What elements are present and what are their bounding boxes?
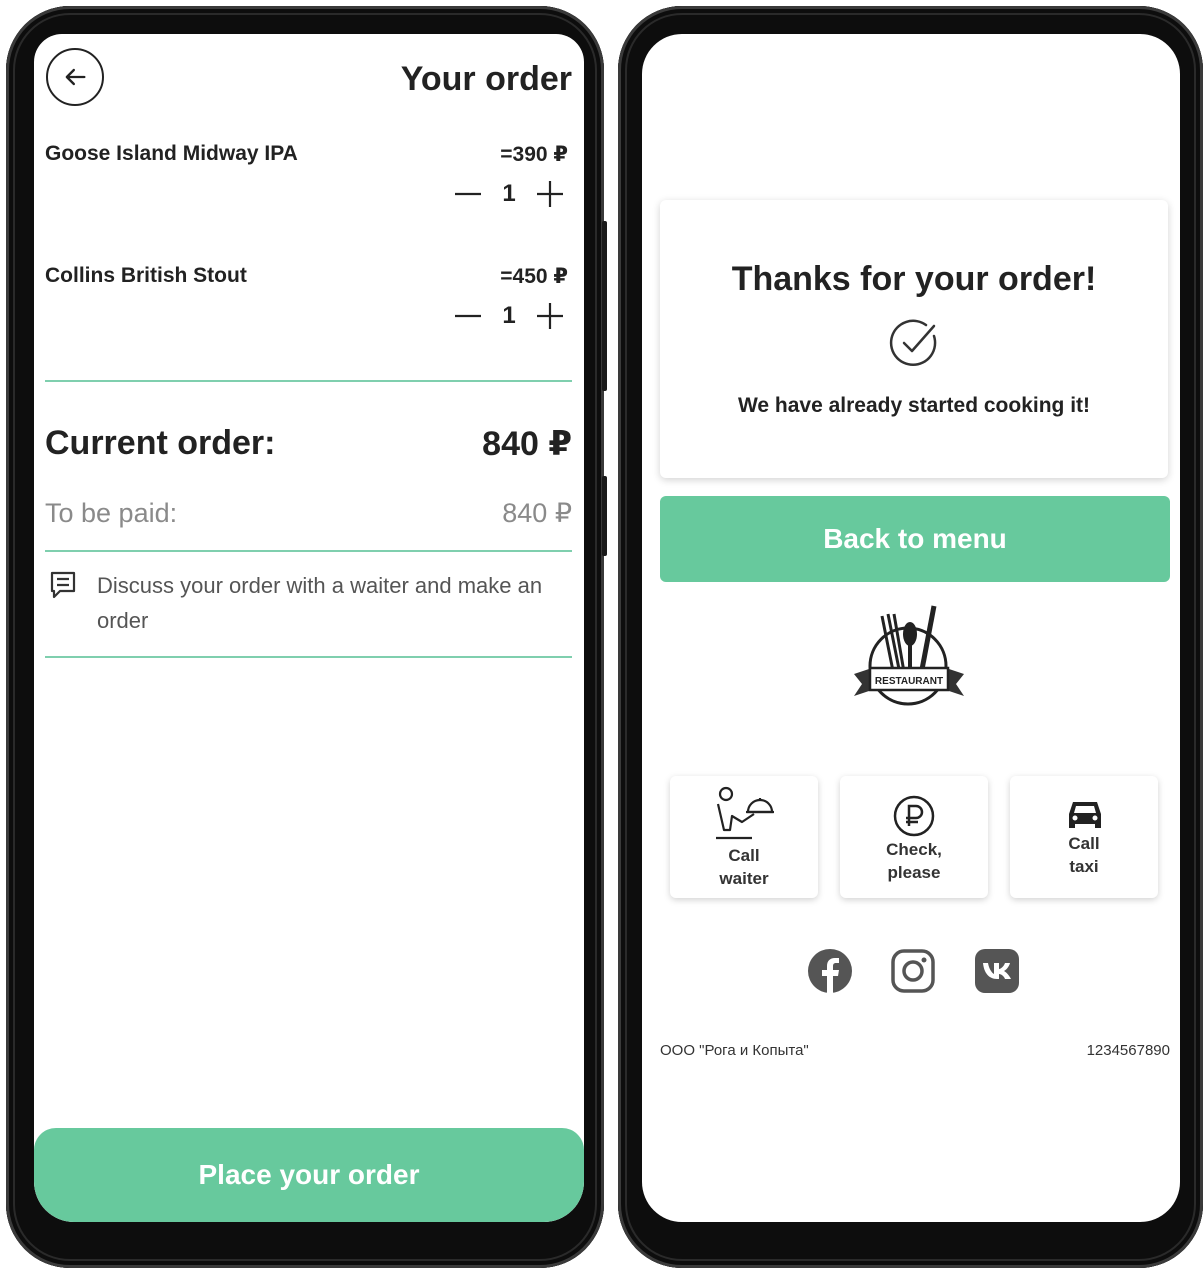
check-please-button[interactable]: Check, please <box>840 776 988 898</box>
service-label: Check, please <box>886 840 942 882</box>
restaurant-logo: RESTAURANT <box>854 605 964 706</box>
instagram-icon[interactable] <box>890 948 936 994</box>
current-order-label: Current order: <box>45 424 276 462</box>
phone-order: Your order Goose Island Midway IPA =390 … <box>6 6 607 1268</box>
thanks-title: Thanks for your order! <box>731 260 1097 298</box>
logo-text: RESTAURANT <box>875 676 943 687</box>
comment-icon <box>50 571 76 599</box>
call-waiter-button[interactable]: Call waiter <box>670 776 818 898</box>
footer-phone: 1234567890 <box>1086 1042 1170 1059</box>
order-item: Goose Island Midway IPA =390 ₽ 1 <box>45 142 568 222</box>
check-circle-icon <box>889 319 937 367</box>
quantity-value: 1 <box>502 302 516 329</box>
plus-icon <box>537 303 563 329</box>
phone-side-button <box>602 476 607 556</box>
order-item: Collins British Stout =450 ₽ 1 <box>45 264 568 344</box>
facebook-icon[interactable] <box>807 948 853 994</box>
place-order-button[interactable]: Place your order <box>34 1128 584 1222</box>
page-title: Your order <box>400 60 572 98</box>
service-label: Call waiter <box>719 846 769 888</box>
plus-icon <box>537 181 563 207</box>
call-taxi-button[interactable]: Call taxi <box>1010 776 1158 898</box>
thanks-subtitle: We have already started cooking it! <box>737 394 1091 417</box>
thanks-card: Thanks for your order! We have already s… <box>660 200 1168 478</box>
decrease-button[interactable] <box>450 176 486 212</box>
to-be-paid-label: To be paid: <box>45 498 178 528</box>
phone-confirmation: Thanks for your order! We have already s… <box>618 6 1203 1268</box>
quantity-stepper: 1 <box>450 296 568 336</box>
item-price: =390 ₽ <box>500 143 568 166</box>
back-to-menu-button[interactable]: Back to menu <box>660 496 1170 582</box>
waiter-icon <box>716 786 774 840</box>
minus-icon <box>455 314 481 318</box>
current-order-value: 840 ₽ <box>482 425 572 463</box>
item-name: Goose Island Midway IPA <box>45 142 298 165</box>
to-be-paid-value: 840 ₽ <box>502 498 572 528</box>
divider <box>45 550 572 552</box>
increase-button[interactable] <box>532 176 568 212</box>
confirmation-screen: Thanks for your order! We have already s… <box>642 34 1180 1222</box>
vk-icon[interactable] <box>974 948 1020 994</box>
footer-company: ООО "Рога и Копыта" <box>660 1042 809 1059</box>
order-screen: Your order Goose Island Midway IPA =390 … <box>34 34 584 1222</box>
arrow-left-icon <box>65 68 86 86</box>
ruble-icon <box>893 795 935 837</box>
order-note: Discuss your order with a waiter and mak… <box>97 573 543 633</box>
item-price: =450 ₽ <box>500 265 568 288</box>
item-name: Collins British Stout <box>45 264 247 287</box>
minus-icon <box>455 192 481 196</box>
service-label: Call taxi <box>1068 834 1100 876</box>
divider <box>45 380 572 382</box>
car-icon <box>1069 802 1101 828</box>
back-button[interactable] <box>46 48 104 106</box>
quantity-stepper: 1 <box>450 174 568 214</box>
divider <box>45 656 572 658</box>
decrease-button[interactable] <box>450 298 486 334</box>
increase-button[interactable] <box>532 298 568 334</box>
phone-side-button <box>602 221 607 391</box>
quantity-value: 1 <box>502 180 516 207</box>
